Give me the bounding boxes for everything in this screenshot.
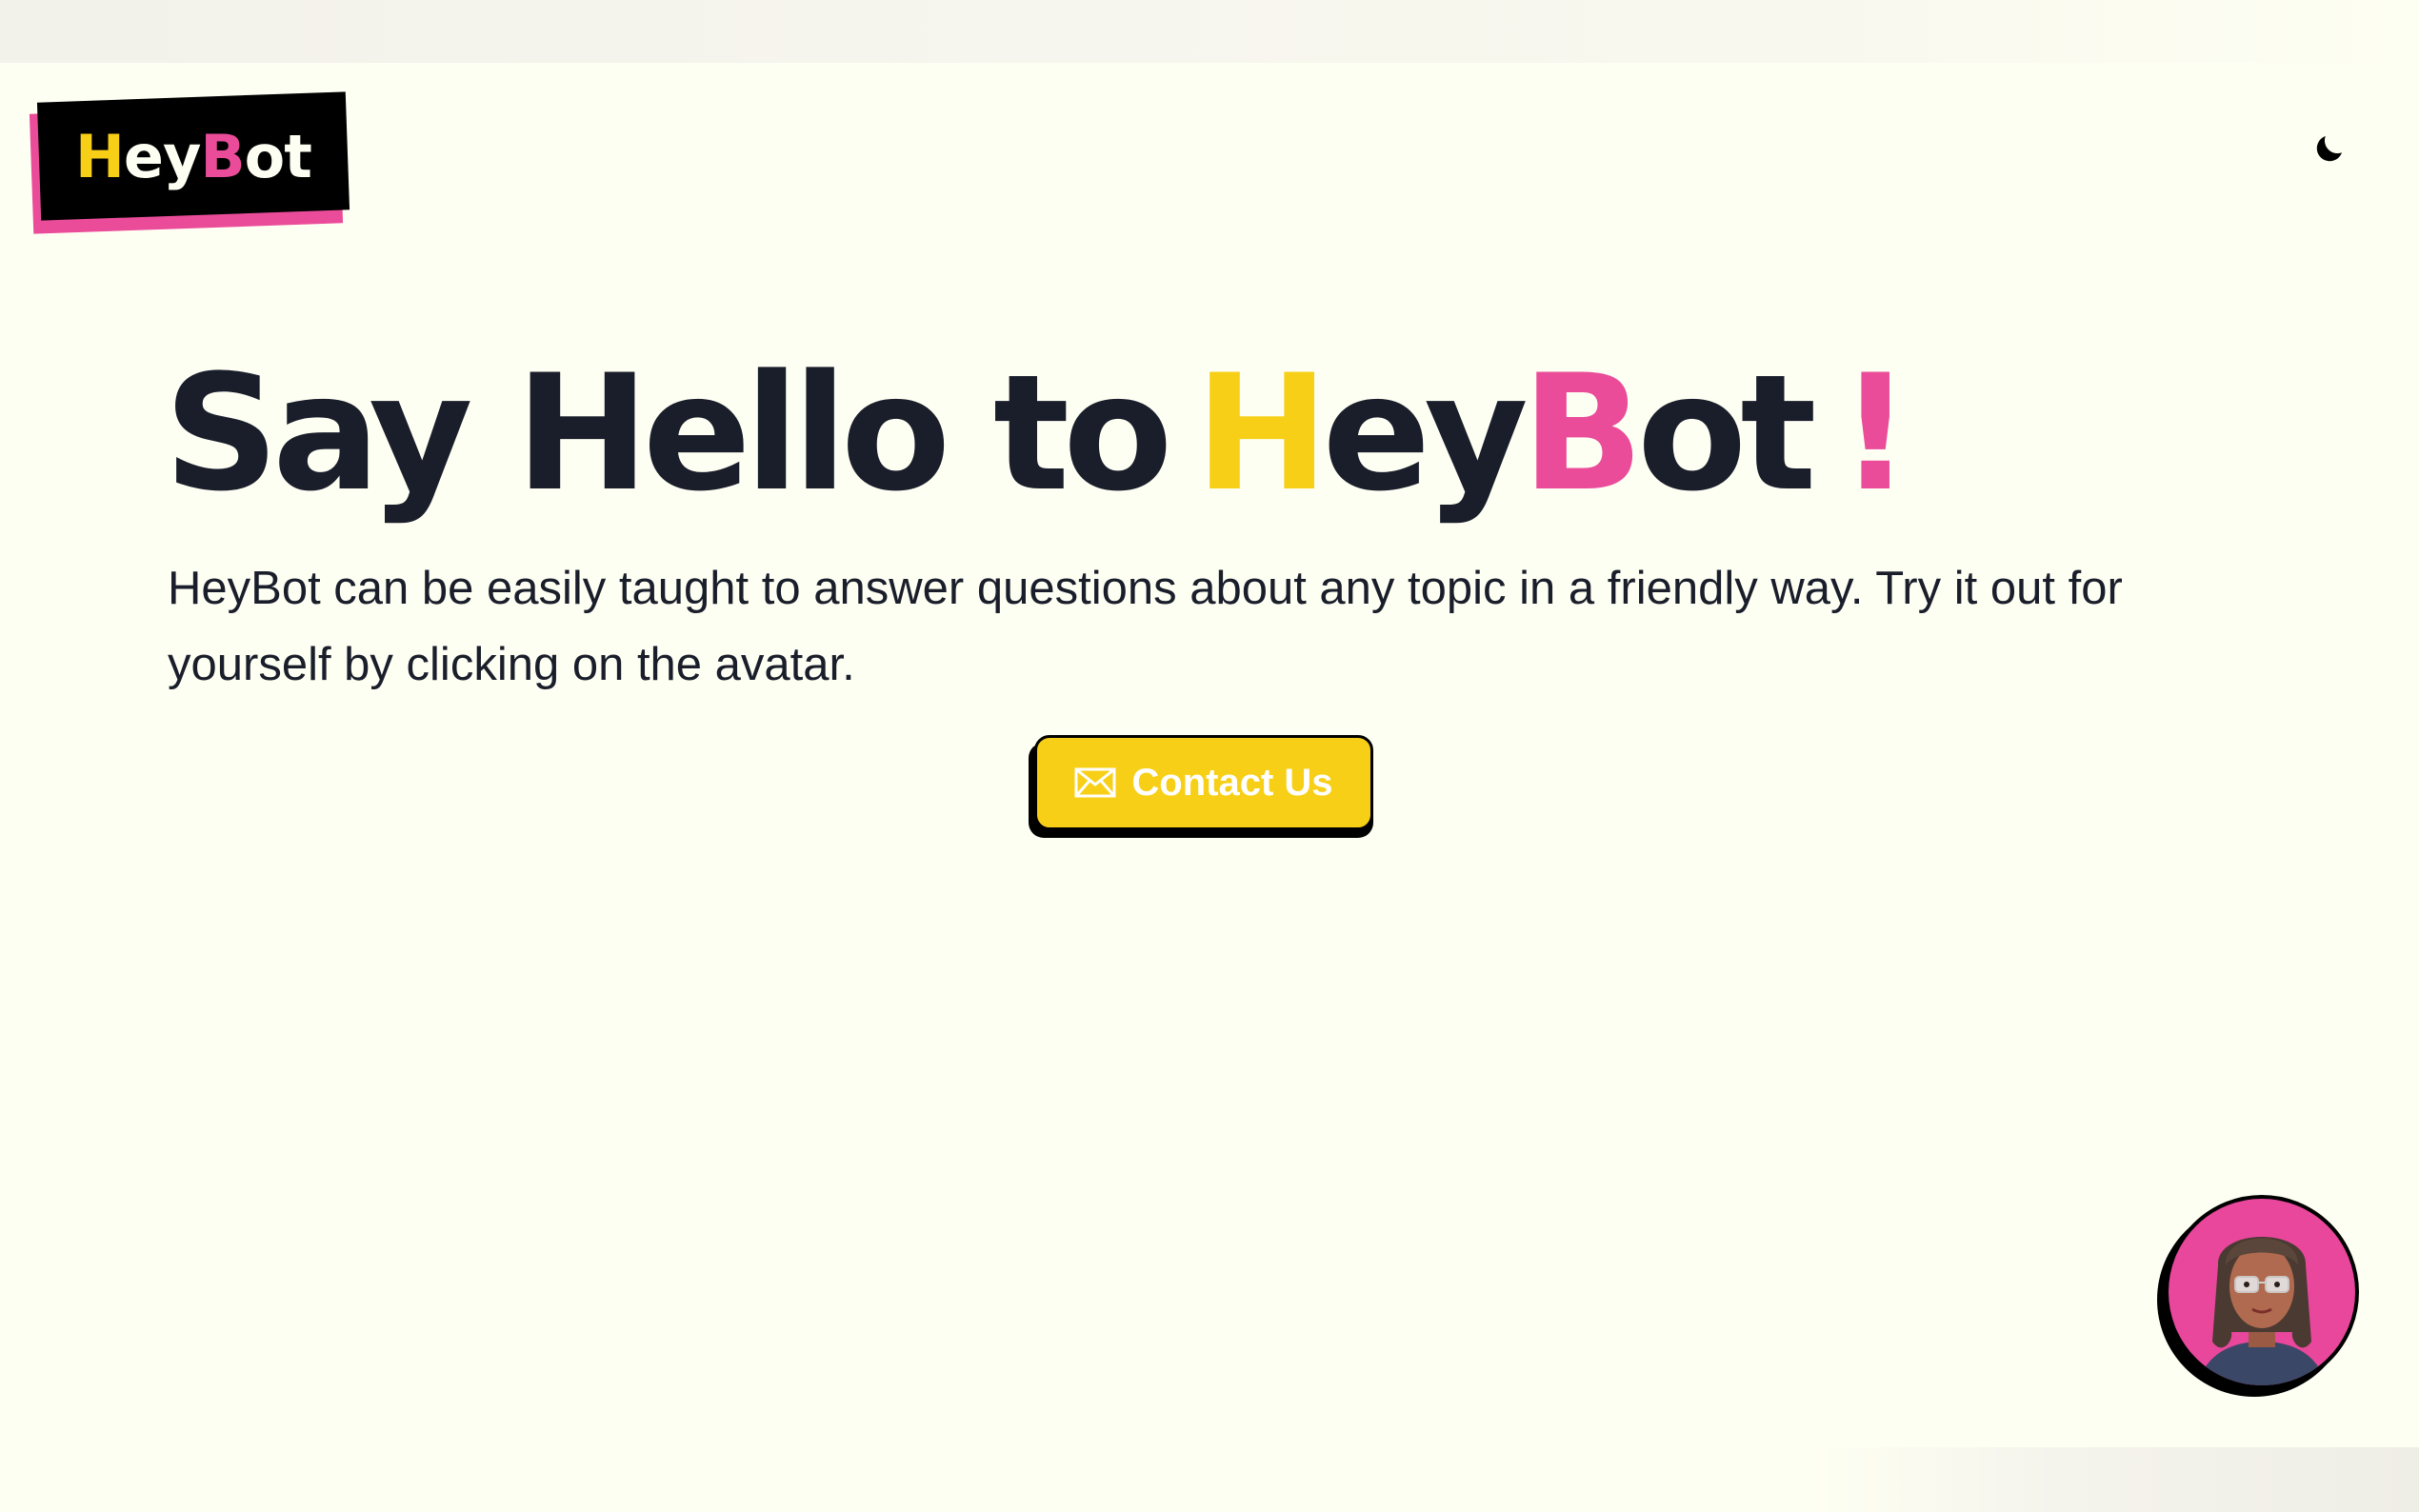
moon-icon xyxy=(2316,136,2342,162)
hero-description: HeyBot can be easily taught to answer qu… xyxy=(168,563,2123,690)
logo-text: HeyBot xyxy=(75,122,311,191)
page: HeyBot Say Hello to HeyBot! HeyBot can be… xyxy=(0,0,2419,1512)
contact-button-face: Contact Us xyxy=(1034,735,1373,830)
theme-toggle-button[interactable] xyxy=(2305,122,2356,173)
hero-title-letter-b: B xyxy=(1521,340,1644,527)
hero-title: Say Hello to HeyBot! xyxy=(164,338,1912,528)
top-edge-shade xyxy=(0,0,2419,63)
hero-title-letters-ot: ot xyxy=(1636,340,1817,527)
avatar-illustration xyxy=(2197,1237,2327,1385)
bottom-edge-shade xyxy=(1809,1447,2419,1512)
hero-title-letters-ey: ey xyxy=(1322,340,1528,527)
logo-box: HeyBot xyxy=(36,91,350,221)
logo-letters-ot: ot xyxy=(244,121,311,191)
hero-title-letter-h: H xyxy=(1194,340,1329,527)
logo-letters-ey: ey xyxy=(123,121,201,191)
avatar-button[interactable] xyxy=(2157,1195,2362,1400)
logo[interactable]: HeyBot xyxy=(29,91,350,234)
logo-letter-b: B xyxy=(200,121,245,191)
contact-button-label: Contact Us xyxy=(1131,761,1333,804)
logo-letter-h: H xyxy=(75,121,124,191)
hero-title-exclamation: ! xyxy=(1838,340,1912,527)
contact-us-button[interactable]: Contact Us xyxy=(1029,735,1377,838)
hero-title-prefix: Say Hello to xyxy=(164,340,1173,527)
avatar-portrait xyxy=(2165,1195,2359,1389)
envelope-icon xyxy=(1074,767,1116,798)
